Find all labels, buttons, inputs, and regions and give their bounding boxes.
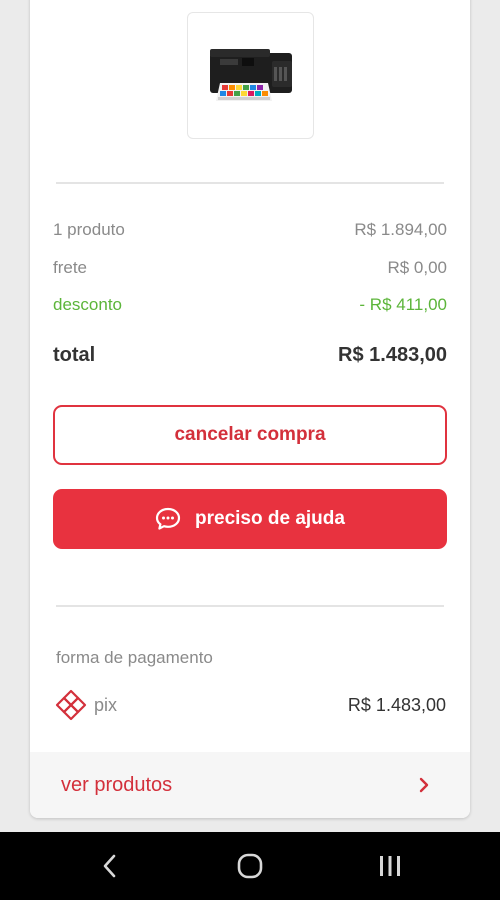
- discount-row: desconto - R$ 411,00: [53, 295, 447, 315]
- product-thumbnail[interactable]: [187, 12, 314, 139]
- help-button[interactable]: preciso de ajuda: [53, 489, 447, 549]
- payment-method-name: pix: [94, 694, 118, 715]
- view-products-link[interactable]: ver produtos: [30, 752, 470, 818]
- shipping-row: frete R$ 0,00: [53, 258, 447, 278]
- payment-method: pix: [54, 688, 117, 722]
- total-row: total R$ 1.483,00: [53, 344, 447, 367]
- printer-image: [209, 48, 292, 101]
- payment-row: pix R$ 1.483,00: [54, 688, 446, 722]
- view-products-label: ver produtos: [61, 773, 173, 796]
- discount-value: - R$ 411,00: [359, 295, 447, 314]
- cancel-purchase-label: cancelar compra: [174, 424, 326, 445]
- total-label: total: [53, 344, 96, 366]
- products-value: R$ 1.894,00: [354, 220, 447, 239]
- total-value: R$ 1.483,00: [338, 344, 447, 366]
- recents-icon[interactable]: [360, 841, 420, 891]
- shipping-label: frete: [53, 258, 88, 277]
- divider: [56, 182, 444, 184]
- payment-amount: R$ 1.483,00: [347, 694, 446, 715]
- order-card: 1 produto R$ 1.894,00 frete R$ 0,00 desc…: [30, 0, 470, 818]
- discount-label: desconto: [53, 295, 122, 314]
- chevron-right-icon: [418, 776, 430, 794]
- payment-section-label: forma de pagamento: [56, 648, 213, 667]
- system-navigation-bar: [0, 832, 500, 900]
- chat-bubble-icon: [155, 507, 181, 531]
- shipping-value: R$ 0,00: [387, 258, 447, 277]
- products-label: 1 produto: [53, 220, 125, 239]
- pix-icon: [54, 688, 88, 722]
- home-icon[interactable]: [220, 841, 280, 891]
- help-label: preciso de ajuda: [195, 508, 345, 529]
- divider: [56, 605, 444, 607]
- cancel-purchase-button[interactable]: cancelar compra: [53, 405, 447, 465]
- back-icon[interactable]: [80, 841, 140, 891]
- products-row: 1 produto R$ 1.894,00: [53, 220, 447, 240]
